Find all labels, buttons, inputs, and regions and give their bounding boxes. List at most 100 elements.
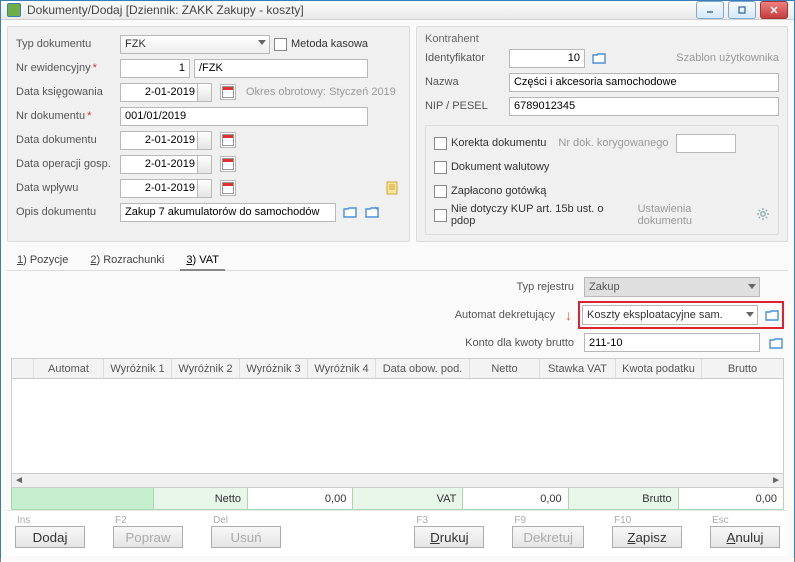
gotowka-checkbox[interactable] — [434, 185, 447, 198]
automat-select[interactable]: Koszty eksploatacyjne sam. — [582, 305, 758, 325]
vat-panel: Typ rejestru Zakup Automat dekretujący ↓… — [7, 271, 788, 510]
nip-label: NIP / PESEL — [425, 100, 505, 112]
folder-icon[interactable] — [768, 335, 784, 351]
gear-icon[interactable] — [756, 207, 770, 224]
ustawienia-link[interactable]: Ustawienia dokumentu — [638, 203, 748, 227]
note-icon[interactable] — [385, 180, 401, 196]
col-kwota[interactable]: Kwota podatku — [616, 359, 702, 378]
col-wyroznik1[interactable]: Wyróżnik 1 — [104, 359, 172, 378]
folder-icon[interactable] — [591, 50, 607, 66]
nr-dokumentu-input[interactable] — [120, 107, 368, 126]
data-dokumentu-input[interactable] — [120, 131, 198, 150]
drukuj-button[interactable]: Drukuj — [414, 526, 484, 548]
nr-koryg-input — [676, 134, 736, 153]
typ-rejestru-select[interactable]: Zakup — [584, 277, 760, 297]
kontrahent-panel: Kontrahent Identyfikator Szablon użytkow… — [416, 26, 788, 242]
document-panel: Typ dokumentu FZK Metoda kasowa Nr ewide… — [7, 26, 410, 242]
nr-koryg-label: Nr dok. korygowanego — [558, 137, 668, 149]
minimize-button[interactable] — [696, 1, 724, 19]
calendar-icon[interactable] — [220, 132, 236, 148]
dodaj-button[interactable]: Dodaj — [15, 526, 85, 548]
szablon-label[interactable]: Szablon użytkownika — [676, 52, 779, 64]
hint-del: Del — [211, 515, 228, 526]
options-panel: Korekta dokumentu Nr dok. korygowanego D… — [425, 125, 779, 235]
okres-obrotowy-label: Okres obrotowy: Styczeń 2019 — [246, 86, 396, 98]
brutto-total-label: Brutto — [569, 488, 679, 509]
bottom-bar: Ins Dodaj F2 Popraw Del Usuń F3 Drukuj F… — [7, 510, 788, 556]
titlebar: Dokumenty/Dodaj [Dziennik: ZAKK Zakupy -… — [1, 1, 794, 20]
hint-f2: F2 — [113, 515, 127, 526]
typ-dokumentu-select[interactable]: FZK — [120, 35, 270, 54]
col-wyroznik3[interactable]: Wyróżnik 3 — [240, 359, 308, 378]
calendar-icon[interactable] — [220, 180, 236, 196]
grid-body[interactable] — [12, 379, 783, 473]
zapisz-button[interactable]: Zapisz — [612, 526, 682, 548]
col-brutto[interactable]: Brutto — [702, 359, 783, 378]
nazwa-input[interactable] — [509, 73, 779, 92]
metoda-kasowa-checkbox[interactable] — [274, 38, 287, 51]
korekta-checkbox[interactable] — [434, 137, 447, 150]
nr-dokumentu-label: Nr dokumentu* — [16, 110, 116, 122]
nazwa-label: Nazwa — [425, 76, 505, 88]
data-wplywu-label: Data wpływu — [16, 182, 116, 194]
kup-label: Nie dotyczy KUP art. 15b ust. o pdop — [451, 203, 630, 227]
walutowy-label: Dokument walutowy — [451, 161, 549, 173]
walutowy-checkbox[interactable] — [434, 161, 447, 174]
date-spinner[interactable] — [198, 155, 212, 174]
folder-copy-icon[interactable] — [364, 204, 380, 220]
col-wyroznik2[interactable]: Wyróżnik 2 — [172, 359, 240, 378]
grid-scrollbar[interactable]: ◄► — [12, 473, 783, 487]
identyfikator-label: Identyfikator — [425, 52, 505, 64]
korekta-label: Korekta dokumentu — [451, 137, 546, 149]
konto-input[interactable] — [584, 333, 760, 352]
grid-header: Automat Wyróżnik 1 Wyróżnik 2 Wyróżnik 3… — [12, 359, 783, 379]
nip-input[interactable] — [509, 97, 779, 116]
identyfikator-input[interactable] — [509, 49, 585, 68]
calendar-icon[interactable] — [220, 84, 236, 100]
folder-icon[interactable] — [764, 307, 780, 323]
col-stawka[interactable]: Stawka VAT — [540, 359, 616, 378]
hint-ins: Ins — [15, 515, 30, 526]
date-spinner[interactable] — [198, 179, 212, 198]
nr-ewidencyjny-suffix[interactable] — [194, 59, 368, 78]
maximize-button[interactable] — [728, 1, 756, 19]
hint-f3: F3 — [414, 515, 428, 526]
nr-ewidencyjny-input[interactable] — [120, 59, 190, 78]
col-wyroznik4[interactable]: Wyróżnik 4 — [308, 359, 376, 378]
vat-grid[interactable]: Automat Wyróżnik 1 Wyróżnik 2 Wyróżnik 3… — [11, 358, 784, 488]
data-operacji-input[interactable] — [120, 155, 198, 174]
close-button[interactable] — [760, 1, 788, 19]
kup-checkbox[interactable] — [434, 209, 447, 222]
col-netto[interactable]: Netto — [470, 359, 540, 378]
folder-icon[interactable] — [342, 204, 358, 220]
data-wplywu-input[interactable] — [120, 179, 198, 198]
col-automat[interactable]: Automat — [34, 359, 104, 378]
usun-button: Usuń — [211, 526, 281, 548]
scroll-right-icon: ► — [771, 475, 781, 486]
konto-label: Konto dla kwoty brutto — [444, 337, 574, 349]
tab-vat[interactable]: 3) VAT — [180, 250, 225, 270]
gotowka-label: Zapłacono gotówką — [451, 185, 546, 197]
app-icon — [7, 3, 21, 17]
data-operacji-label: Data operacji gosp. — [16, 158, 116, 170]
nr-ewidencyjny-label: Nr ewidencyjny* — [16, 62, 116, 74]
automat-highlight: Koszty eksploatacyjne sam. — [578, 301, 784, 329]
popraw-button: Popraw — [113, 526, 183, 548]
date-spinner[interactable] — [198, 131, 212, 150]
window-title: Dokumenty/Dodaj [Dziennik: ZAKK Zakupy -… — [27, 3, 696, 17]
calendar-icon[interactable] — [220, 156, 236, 172]
window: Dokumenty/Dodaj [Dziennik: ZAKK Zakupy -… — [0, 0, 795, 558]
scroll-left-icon: ◄ — [14, 475, 24, 486]
data-dokumentu-label: Data dokumentu — [16, 134, 116, 146]
tab-pozycje[interactable]: 1) Pozycje — [11, 250, 74, 270]
col-data-obow[interactable]: Data obow. pod. — [376, 359, 470, 378]
tabs: 1) Pozycje 2) Rozrachunki 3) VAT — [7, 250, 788, 271]
brutto-total-value: 0,00 — [679, 488, 783, 509]
opis-input[interactable] — [120, 203, 336, 222]
data-ksiegowania-label: Data księgowania — [16, 86, 116, 98]
anuluj-button[interactable]: Anuluj — [710, 526, 780, 548]
tab-rozrachunki[interactable]: 2) Rozrachunki — [84, 250, 170, 270]
data-ksiegowania-input[interactable] — [120, 83, 198, 102]
date-spinner[interactable] — [198, 83, 212, 102]
netto-total-value: 0,00 — [248, 488, 353, 509]
